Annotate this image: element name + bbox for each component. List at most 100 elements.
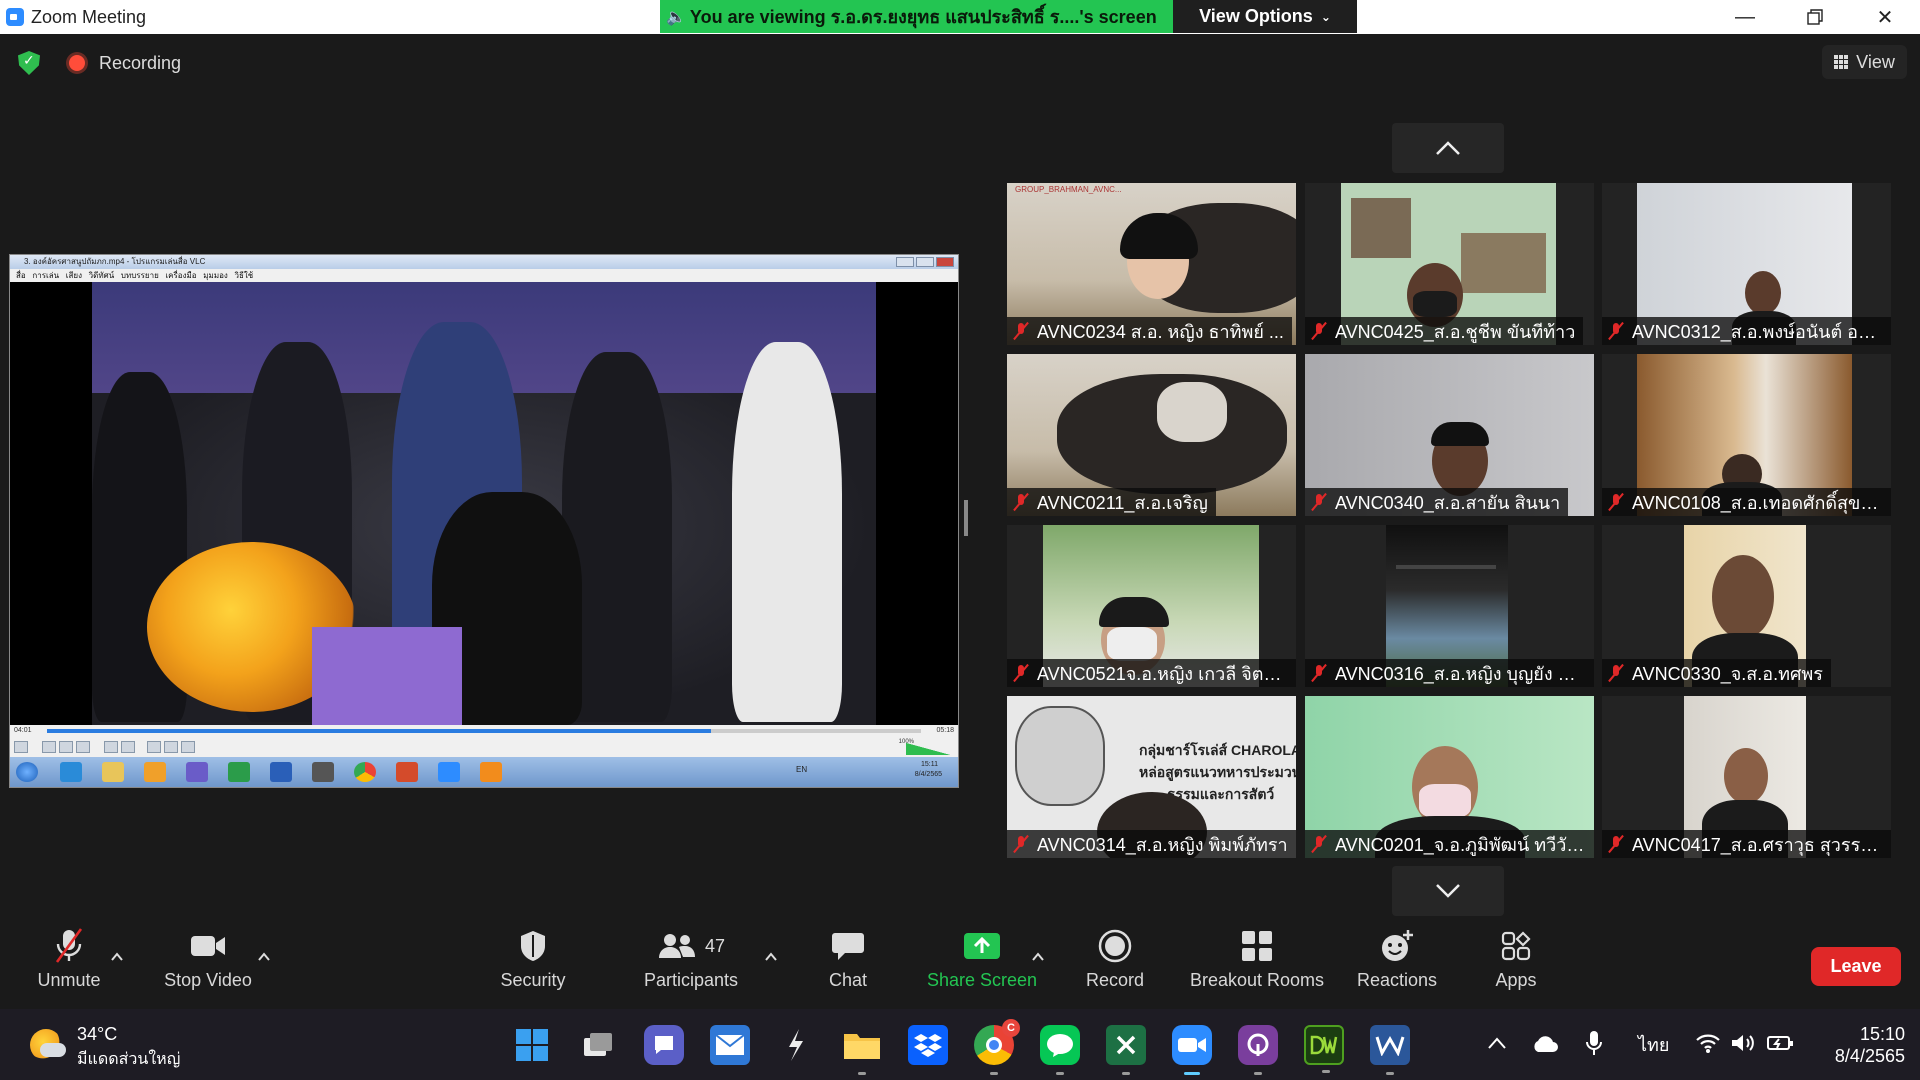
weather-temperature[interactable]: 34°C [77,1024,117,1045]
pdf-app-icon[interactable] [1238,1025,1278,1075]
mic-muted-icon [1311,834,1327,854]
participant-tile[interactable]: AVNC0201_จ.อ.ภูมิพัฒน์ ทวีวัฒ... [1305,696,1594,858]
mic-muted-icon [1311,663,1327,683]
dropbox-icon[interactable] [908,1025,948,1065]
excel-icon[interactable] [1106,1025,1146,1075]
battery-charging-icon[interactable] [1766,1033,1794,1053]
running-indicator [990,1072,998,1075]
participant-namebar: AVNC0312_ส.อ.พงษ์อนันต์ อายุ... [1602,317,1891,345]
unmute-button[interactable]: Unmute [30,922,108,1009]
participant-tile[interactable]: GROUP_BRAHMAN_AVNC... AVNC0234 ส.อ. หญิง… [1007,183,1296,345]
vlc-menu-bar: สื่อ การเล่น เสียง วิดีทัศน์ บทบรรยาย เค… [10,269,958,282]
chevron-up-icon [1436,141,1460,155]
word-icon[interactable] [1370,1025,1410,1075]
input-language[interactable]: ไทย [1638,1030,1669,1059]
clock-date: 8/4/2565 [1834,1046,1905,1066]
vlc-next-icon [76,741,90,753]
system-clock[interactable]: 15:10 8/4/2565 [1830,1023,1905,1067]
task-view-button[interactable] [578,1025,618,1065]
folder-icon [102,762,124,782]
dreamweaver-icon[interactable] [1304,1025,1344,1073]
cow-drawing [1015,706,1105,806]
win7-lang: EN [796,765,808,774]
apps-label: Apps [1495,970,1537,990]
face-mask [1419,784,1471,818]
security-shield-icon[interactable] [18,51,40,75]
participant-tile[interactable]: AVNC0108_ส.อ.เทอดศักดิ์สุขเจริ... [1602,354,1891,516]
chat-icon [832,933,864,960]
share-screen-button[interactable]: Share Screen [894,922,1070,1009]
bg-watermark: GROUP_BRAHMAN_AVNC... [1015,185,1122,194]
title-bar: Zoom Meeting 🔈 You are viewing ร.อ.ดร.ยง… [0,0,1920,34]
audio-options-caret-icon[interactable] [110,950,124,964]
microphone-icon[interactable] [1584,1029,1604,1057]
chrome-icon[interactable]: C [974,1019,1020,1075]
weather-condition[interactable]: มีแดดส่วนใหญ่ [77,1047,180,1072]
line-app-icon[interactable] [1040,1025,1080,1075]
chat-button[interactable]: Chat [818,922,878,1009]
volume-icon[interactable] [1730,1032,1756,1054]
participant-tile[interactable]: กลุ่มชาร์โรเล่ส์ CHAROLAIS หล่อสูตรแนวทห… [1007,696,1296,858]
participant-name: AVNC0417_ส.อ.ศราวุธ สุวรรณ... [1632,834,1883,855]
show-hidden-icons-chevron-icon[interactable] [1487,1036,1507,1050]
teams-chat-icon[interactable] [644,1025,684,1065]
security-button[interactable]: Security [493,922,573,1009]
breakout-rooms-icon [1242,931,1272,961]
vlc-title-bar: 3. องค์อัครศาสนูปถัมภก.mp4 - โปรแกรมเล่น… [10,255,958,269]
record-button[interactable]: Record [1079,922,1151,1009]
breakout-rooms-button[interactable]: Breakout Rooms [1184,922,1330,1009]
participant-tile[interactable]: AVNC0340_ส.อ.สายัน สินนา [1305,354,1594,516]
participant-tile[interactable]: AVNC0316_ส.อ.หญิง บุญยัง จะ... [1305,525,1594,687]
vlc-prev-icon [42,741,56,753]
start-button[interactable] [512,1025,552,1065]
share-options-caret-icon[interactable] [1031,950,1045,964]
app-launcher-icon[interactable] [776,1025,816,1065]
restore-button[interactable] [1780,0,1850,34]
participant-tile[interactable]: AVNC0417_ส.อ.ศราวุธ สุวรรณ... [1602,696,1891,858]
participant-tile[interactable]: AVNC0312_ส.อ.พงษ์อนันต์ อายุ... [1602,183,1891,345]
video-options-caret-icon[interactable] [257,950,271,964]
participant-name: AVNC0330_จ.ส.อ.ทศพร [1632,663,1823,684]
onedrive-cloud-icon[interactable] [1531,1035,1559,1053]
chrome-center [986,1037,1002,1053]
split-resize-handle[interactable] [964,500,968,536]
participants-options-caret-icon[interactable] [764,950,778,964]
file-explorer-icon[interactable] [842,1025,882,1075]
zoom-taskbar-icon[interactable] [1172,1025,1212,1075]
wifi-icon[interactable] [1695,1032,1721,1054]
win7-date: 8/4/2565 [914,771,942,778]
gallery-page-up-button[interactable] [1392,123,1504,173]
breakout-rooms-label: Breakout Rooms [1189,970,1325,990]
stop-video-button[interactable]: Stop Video [158,922,258,1009]
participant-name: AVNC0316_ส.อ.หญิง บุญยัง จะ... [1335,663,1586,684]
participants-count: 47 [704,935,726,956]
recording-dot-icon [69,55,85,71]
participant-tile[interactable]: AVNC0330_จ.ส.อ.ทศพร [1602,525,1891,687]
mic-muted-icon [1311,492,1327,512]
wall-frame [1461,233,1546,293]
share-screen-label: Share Screen [926,970,1038,990]
hair [1099,597,1169,627]
restore-icon [1807,9,1823,25]
apps-button[interactable]: Apps [1486,922,1546,1009]
frame-bar [1396,565,1496,569]
gallery-page-down-button[interactable] [1392,866,1504,916]
mic-muted-icon [1608,321,1624,341]
close-button[interactable]: ✕ [1850,0,1920,34]
minimize-button[interactable]: — [1710,0,1780,34]
view-label: View [1856,51,1895,72]
reactions-button[interactable]: Reactions [1354,922,1440,1009]
participant-tile[interactable]: AVNC0211_ส.อ.เจริญ [1007,354,1296,516]
participant-tile[interactable]: AVNC0521จ.อ.หญิง เกวลี จิตรโ... [1007,525,1296,687]
mail-icon[interactable] [710,1025,750,1065]
participants-button[interactable]: 47 Participants [640,922,742,1009]
view-options-button[interactable]: View Options ⌄ [1173,0,1357,33]
shared-win7-taskbar: EN 15:11 8/4/2565 [10,757,958,787]
participant-tile[interactable]: AVNC0425_ส.อ.ชูชีพ ขันทีท้าว [1305,183,1594,345]
shared-screen: 3. องค์อัครศาสนูปถัมภก.mp4 - โปรแกรมเล่น… [9,254,959,788]
weather-sun-cloud-icon[interactable] [30,1029,66,1061]
view-button[interactable]: View [1822,45,1907,79]
leave-button[interactable]: Leave [1811,947,1901,986]
meeting-toolbar: Unmute Stop Video Security 47 Participan… [0,922,1920,1009]
vlc-pause-icon [14,741,28,753]
